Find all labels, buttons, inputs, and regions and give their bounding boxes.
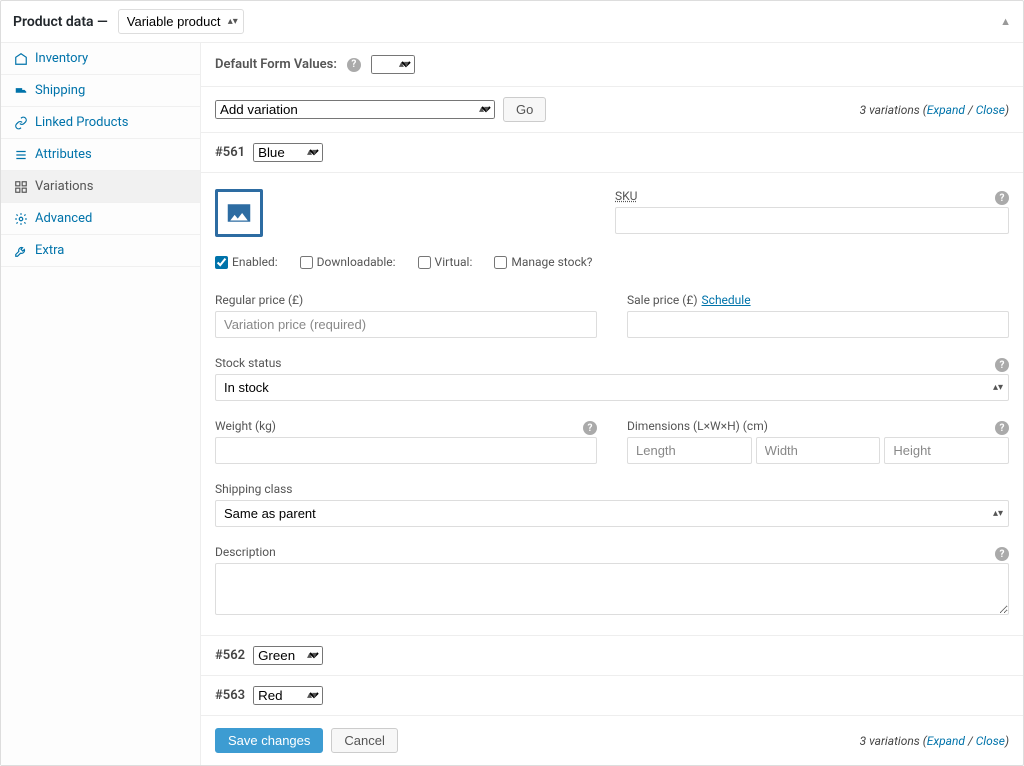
panel-header: Product data — Variable product ▴▾ ▲ — [1, 1, 1023, 43]
shipping-class-select[interactable]: Same as parent — [215, 500, 1009, 527]
wrench-icon — [13, 244, 29, 258]
close-link[interactable]: Close — [976, 103, 1005, 117]
variation-attribute-select[interactable]: Red — [253, 686, 323, 705]
regular-price-label: Regular price (£) — [215, 293, 597, 307]
weight-input[interactable] — [215, 437, 597, 464]
variation-action-select[interactable]: Add variation — [215, 100, 495, 119]
help-icon[interactable]: ? — [583, 421, 597, 435]
sidebar-item-advanced[interactable]: Advanced — [1, 203, 200, 235]
dimensions-label: Dimensions (L×W×H) (cm) — [627, 419, 768, 433]
default-form-select[interactable] — [371, 55, 415, 74]
sidebar-item-variations[interactable]: Variations — [1, 171, 200, 203]
sidebar-item-label: Advanced — [35, 211, 92, 226]
panel-title: Product data — — [13, 14, 108, 30]
variation-row-562-head[interactable]: #562 Green ▴▾ — [201, 636, 1023, 676]
width-input[interactable] — [756, 437, 881, 464]
stock-status-select[interactable]: In stock — [215, 374, 1009, 401]
variation-row-561-body: SKU ? Enabled: Downloadable: Virtual: Ma… — [201, 173, 1023, 636]
sale-price-input[interactable] — [627, 311, 1009, 338]
sidebar-item-linked-products[interactable]: Linked Products — [1, 107, 200, 139]
variations-status: 3 variations (Expand / Close) — [860, 103, 1009, 117]
shipping-icon — [13, 84, 29, 98]
sidebar-item-label: Linked Products — [35, 115, 128, 130]
attributes-icon — [13, 148, 29, 162]
stock-status-label: Stock status — [215, 356, 282, 370]
height-input[interactable] — [884, 437, 1009, 464]
schedule-link[interactable]: Schedule — [702, 293, 751, 307]
save-changes-button[interactable]: Save changes — [215, 728, 323, 753]
variation-row-563-head[interactable]: #563 Red ▴▾ — [201, 676, 1023, 716]
variation-attribute-select[interactable]: Green — [253, 646, 323, 665]
help-icon[interactable]: ? — [995, 358, 1009, 372]
sidebar-item-label: Extra — [35, 243, 64, 258]
go-button[interactable]: Go — [503, 97, 546, 122]
sidebar-item-label: Variations — [35, 179, 93, 194]
description-label: Description — [215, 545, 276, 559]
default-form-label: Default Form Values: — [215, 57, 337, 72]
sale-price-label: Sale price (£) Schedule — [627, 293, 1009, 307]
sidebar-item-shipping[interactable]: Shipping — [1, 75, 200, 107]
sidebar-item-label: Inventory — [35, 51, 88, 66]
manage-stock-checkbox[interactable]: Manage stock? — [494, 255, 592, 269]
sidebar-item-attributes[interactable]: Attributes — [1, 139, 200, 171]
sidebar-item-extra[interactable]: Extra — [1, 235, 200, 267]
cancel-button[interactable]: Cancel — [331, 728, 397, 753]
regular-price-input[interactable] — [215, 311, 597, 338]
description-textarea[interactable] — [215, 563, 1009, 615]
inventory-icon — [13, 52, 29, 66]
virtual-checkbox[interactable]: Virtual: — [418, 255, 473, 269]
expand-link[interactable]: Expand — [927, 103, 965, 117]
sku-label: SKU — [615, 189, 637, 203]
product-type-select[interactable]: Variable product — [118, 9, 244, 34]
gear-icon — [13, 212, 29, 226]
length-input[interactable] — [627, 437, 752, 464]
help-icon[interactable]: ? — [995, 421, 1009, 435]
sidebar-item-label: Attributes — [35, 147, 92, 162]
sidebar-item-label: Shipping — [35, 83, 85, 98]
enabled-checkbox[interactable]: Enabled: — [215, 255, 278, 269]
link-icon — [13, 116, 29, 130]
collapse-panel-icon[interactable]: ▲ — [1000, 15, 1011, 28]
close-link[interactable]: Close — [976, 734, 1005, 748]
shipping-class-label: Shipping class — [215, 482, 1009, 496]
variation-image-button[interactable] — [215, 189, 263, 237]
variations-icon — [13, 180, 29, 194]
variations-status: 3 variations (Expand / Close) — [860, 734, 1009, 748]
downloadable-checkbox[interactable]: Downloadable: — [300, 255, 396, 269]
variation-options: Enabled: Downloadable: Virtual: Manage s… — [215, 255, 1009, 269]
help-icon[interactable]: ? — [995, 547, 1009, 561]
variation-id: #563 — [215, 688, 245, 703]
variation-row-561-head[interactable]: #561 Blue ▴▾ — [201, 133, 1023, 173]
expand-link[interactable]: Expand — [927, 734, 965, 748]
help-icon[interactable]: ? — [347, 58, 361, 72]
sidebar-item-inventory[interactable]: Inventory — [1, 43, 200, 75]
sku-input[interactable] — [615, 207, 1009, 234]
variation-actions-row: Add variation ▴▾ Go 3 variations (Expand… — [201, 87, 1023, 133]
weight-label: Weight (kg) — [215, 419, 276, 433]
product-data-tabs: Inventory Shipping Linked Products Attri… — [1, 43, 201, 765]
default-form-row: Default Form Values: ? ▴▾ — [201, 43, 1023, 87]
help-icon[interactable]: ? — [995, 191, 1009, 205]
variation-attribute-select[interactable]: Blue — [253, 143, 323, 162]
variations-panel: Default Form Values: ? ▴▾ Add variation … — [201, 43, 1023, 765]
variation-id: #561 — [215, 145, 245, 160]
variations-footer: Save changes Cancel 3 variations (Expand… — [201, 716, 1023, 765]
